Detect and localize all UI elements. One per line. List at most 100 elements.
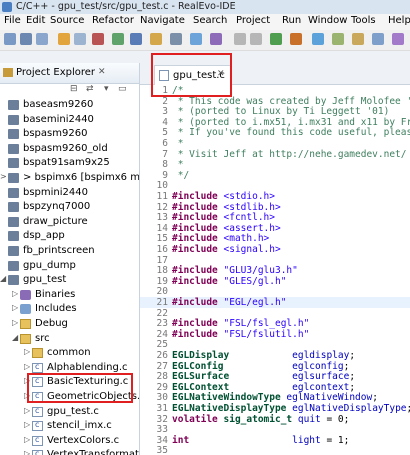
code-line[interactable]: 18 #include "GLU3/glu3.h" — [140, 265, 410, 276]
menu-edit[interactable]: Edit — [26, 15, 45, 26]
code-line[interactable]: 31 EGLNativeDisplayType eglNativeDisplayT… — [140, 403, 410, 414]
package-icon[interactable] — [352, 33, 364, 45]
play-icon[interactable] — [270, 33, 282, 45]
code-line[interactable]: 10 — [140, 180, 410, 191]
expand-toggle-icon[interactable]: ▷ — [24, 391, 30, 400]
tree-item-debug[interactable]: ▷ Debug — [0, 316, 139, 332]
menu-tools[interactable]: Tools — [351, 15, 376, 26]
tree-item-geometricobjects-c[interactable]: ▷ GeometricObjects.c — [0, 389, 139, 405]
run-icon[interactable] — [112, 33, 124, 45]
save-icon[interactable] — [20, 33, 32, 45]
tree-item-draw-picture[interactable]: draw_picture — [0, 214, 139, 230]
tree-item-vertexcolors-c[interactable]: ▷ VertexColors.c — [0, 433, 139, 449]
expand-toggle-icon[interactable]: > — [0, 172, 7, 181]
tree-item-basemini2440[interactable]: basemini2440 — [0, 112, 139, 128]
close-icon[interactable]: ✕ — [217, 69, 225, 79]
tree-item-includes[interactable]: ▷ Includes — [0, 301, 139, 317]
new-icon[interactable] — [4, 33, 16, 45]
code-line[interactable]: 9 */ — [140, 170, 410, 181]
code-line[interactable]: 1 /* — [140, 85, 410, 96]
build-icon[interactable] — [58, 33, 70, 45]
perspective-icon[interactable] — [372, 33, 384, 45]
menu-run[interactable]: Run — [282, 15, 301, 26]
tools-icon[interactable] — [312, 33, 324, 45]
code-line[interactable]: 34 int light = 1; — [140, 435, 410, 446]
code-line[interactable]: 28 EGLSurface eglsurface; — [140, 371, 410, 382]
tree-item-stencil-imx-c[interactable]: ▷ stencil_imx.c — [0, 418, 139, 434]
stop-icon[interactable] — [290, 33, 302, 45]
link-editor-icon[interactable]: ⇄ — [86, 84, 94, 94]
code-line[interactable]: 7 * Visit Jeff at http://nehe.gamedev.ne… — [140, 149, 410, 160]
expand-toggle-icon[interactable]: ▷ — [12, 303, 18, 312]
window-icon[interactable] — [210, 33, 222, 45]
expand-toggle-icon[interactable]: ▷ — [24, 362, 30, 371]
tree-item-common[interactable]: ▷ common — [0, 345, 139, 361]
code-line[interactable]: 30 EGLNativeWindowType eglNativeWindow; — [140, 392, 410, 403]
tree-item-fb-printscreen[interactable]: fb_printscreen — [0, 243, 139, 259]
view-menu-icon[interactable]: ▾ — [104, 84, 109, 94]
tree-item-gpu-test-c[interactable]: ▷ gpu_test.c — [0, 404, 139, 420]
code-line[interactable]: 11 #include <stdio.h> — [140, 191, 410, 202]
expand-toggle-icon[interactable]: ▷ — [24, 449, 30, 455]
code-line[interactable]: 6 * — [140, 138, 410, 149]
code-line[interactable]: 23 #include "FSL/fsl_egl.h" — [140, 318, 410, 329]
collapse-all-icon[interactable]: ⊟ — [70, 84, 78, 94]
close-icon[interactable]: ✕ — [98, 67, 106, 77]
expand-toggle-icon[interactable]: ▷ — [12, 318, 18, 327]
expand-toggle-icon[interactable]: ▷ — [24, 347, 30, 356]
menu-refactor[interactable]: Refactor — [92, 15, 134, 26]
tree-item-alphablending-c[interactable]: ▷ Alphablending.c — [0, 360, 139, 376]
tree-item-bspasm9260-old[interactable]: bspasm9260_old — [0, 141, 139, 157]
expand-toggle-icon[interactable]: ▷ — [24, 376, 30, 385]
code-area[interactable]: 1/* 2 * This code was created by Jeff Mol… — [140, 85, 410, 455]
code-line[interactable]: 4 * (ported to i.mx51, i.mx31 and x11 by… — [140, 117, 410, 128]
tree-item-gpu-test[interactable]: ◢ gpu_test — [0, 272, 139, 288]
expand-toggle-icon[interactable]: ▷ — [24, 420, 30, 429]
code-line[interactable]: 16 #include <signal.h> — [140, 244, 410, 255]
menu-navigate[interactable]: Navigate — [140, 15, 185, 26]
tree-item-bspat91sam9x25[interactable]: bspat91sam9x25 — [0, 155, 139, 171]
minimize-icon[interactable]: ▭ — [118, 84, 127, 94]
more-icon[interactable] — [392, 33, 404, 45]
refresh-icon[interactable] — [74, 33, 86, 45]
code-line[interactable]: 12 #include <stdlib.h> — [140, 202, 410, 213]
tree-item-basictexturing-c[interactable]: ▷ BasicTexturing.c — [0, 374, 139, 390]
expand-toggle-icon[interactable]: ◢ — [12, 333, 18, 342]
menu-window[interactable]: Window — [308, 15, 347, 26]
expand-toggle-icon[interactable]: ◢ — [0, 274, 6, 283]
code-line[interactable]: 35 — [140, 445, 410, 455]
tree-item-bspzynq7000[interactable]: bspzynq7000 — [0, 199, 139, 215]
menu-project[interactable]: Project — [236, 15, 270, 26]
code-line[interactable]: 3 * (ported to Linux by Ti Leggett '01) — [140, 106, 410, 117]
tree-item-binaries[interactable]: ▷ Binaries — [0, 287, 139, 303]
code-line[interactable]: 22 — [140, 308, 410, 319]
tree-item-dsp-app[interactable]: dsp_app — [0, 228, 139, 244]
search-icon[interactable] — [130, 33, 142, 45]
code-line[interactable]: 17 — [140, 255, 410, 266]
code-line[interactable]: 21 #include "EGL/egl.h" — [140, 297, 410, 308]
menu-file[interactable]: File — [4, 15, 21, 26]
code-line[interactable]: 25 — [140, 339, 410, 350]
code-line[interactable]: 14 #include <assert.h> — [140, 223, 410, 234]
code-line[interactable]: 24 #include "FSL/fslutil.h" — [140, 329, 410, 340]
debug-icon[interactable] — [92, 33, 104, 45]
menu-help[interactable]: Help — [388, 15, 410, 26]
tree-item--bspimx6-bspimx6-maste[interactable]: > > bspimx6 [bspimx6 maste — [0, 170, 139, 186]
tree-item-bspasm9260[interactable]: bspasm9260 — [0, 126, 139, 142]
menu-search[interactable]: Search — [193, 15, 227, 26]
code-line[interactable]: 26 EGLDisplay egldisplay; — [140, 350, 410, 361]
menu-source[interactable]: Source — [50, 15, 84, 26]
tree-item-vertextransformation[interactable]: ▷ VertexTransformation — [0, 447, 139, 455]
code-line[interactable]: 2 * This code was created by Jeff Molofe… — [140, 96, 410, 107]
code-line[interactable]: 8 * — [140, 159, 410, 170]
tool-icon[interactable] — [170, 33, 182, 45]
code-line[interactable]: 27 EGLConfig eglconfig; — [140, 361, 410, 372]
tree-item-baseasm9260[interactable]: baseasm9260 — [0, 97, 139, 113]
navigate-icon[interactable] — [190, 33, 202, 45]
tree-item-bspmini2440[interactable]: bspmini2440 — [0, 185, 139, 201]
forward-icon[interactable] — [250, 33, 262, 45]
code-line[interactable]: 32 volatile sig_atomic_t quit = 0; — [140, 414, 410, 425]
folder-icon[interactable] — [150, 33, 162, 45]
code-line[interactable]: 29 EGLContext eglcontext; — [140, 382, 410, 393]
expand-toggle-icon[interactable]: ▷ — [24, 435, 30, 444]
